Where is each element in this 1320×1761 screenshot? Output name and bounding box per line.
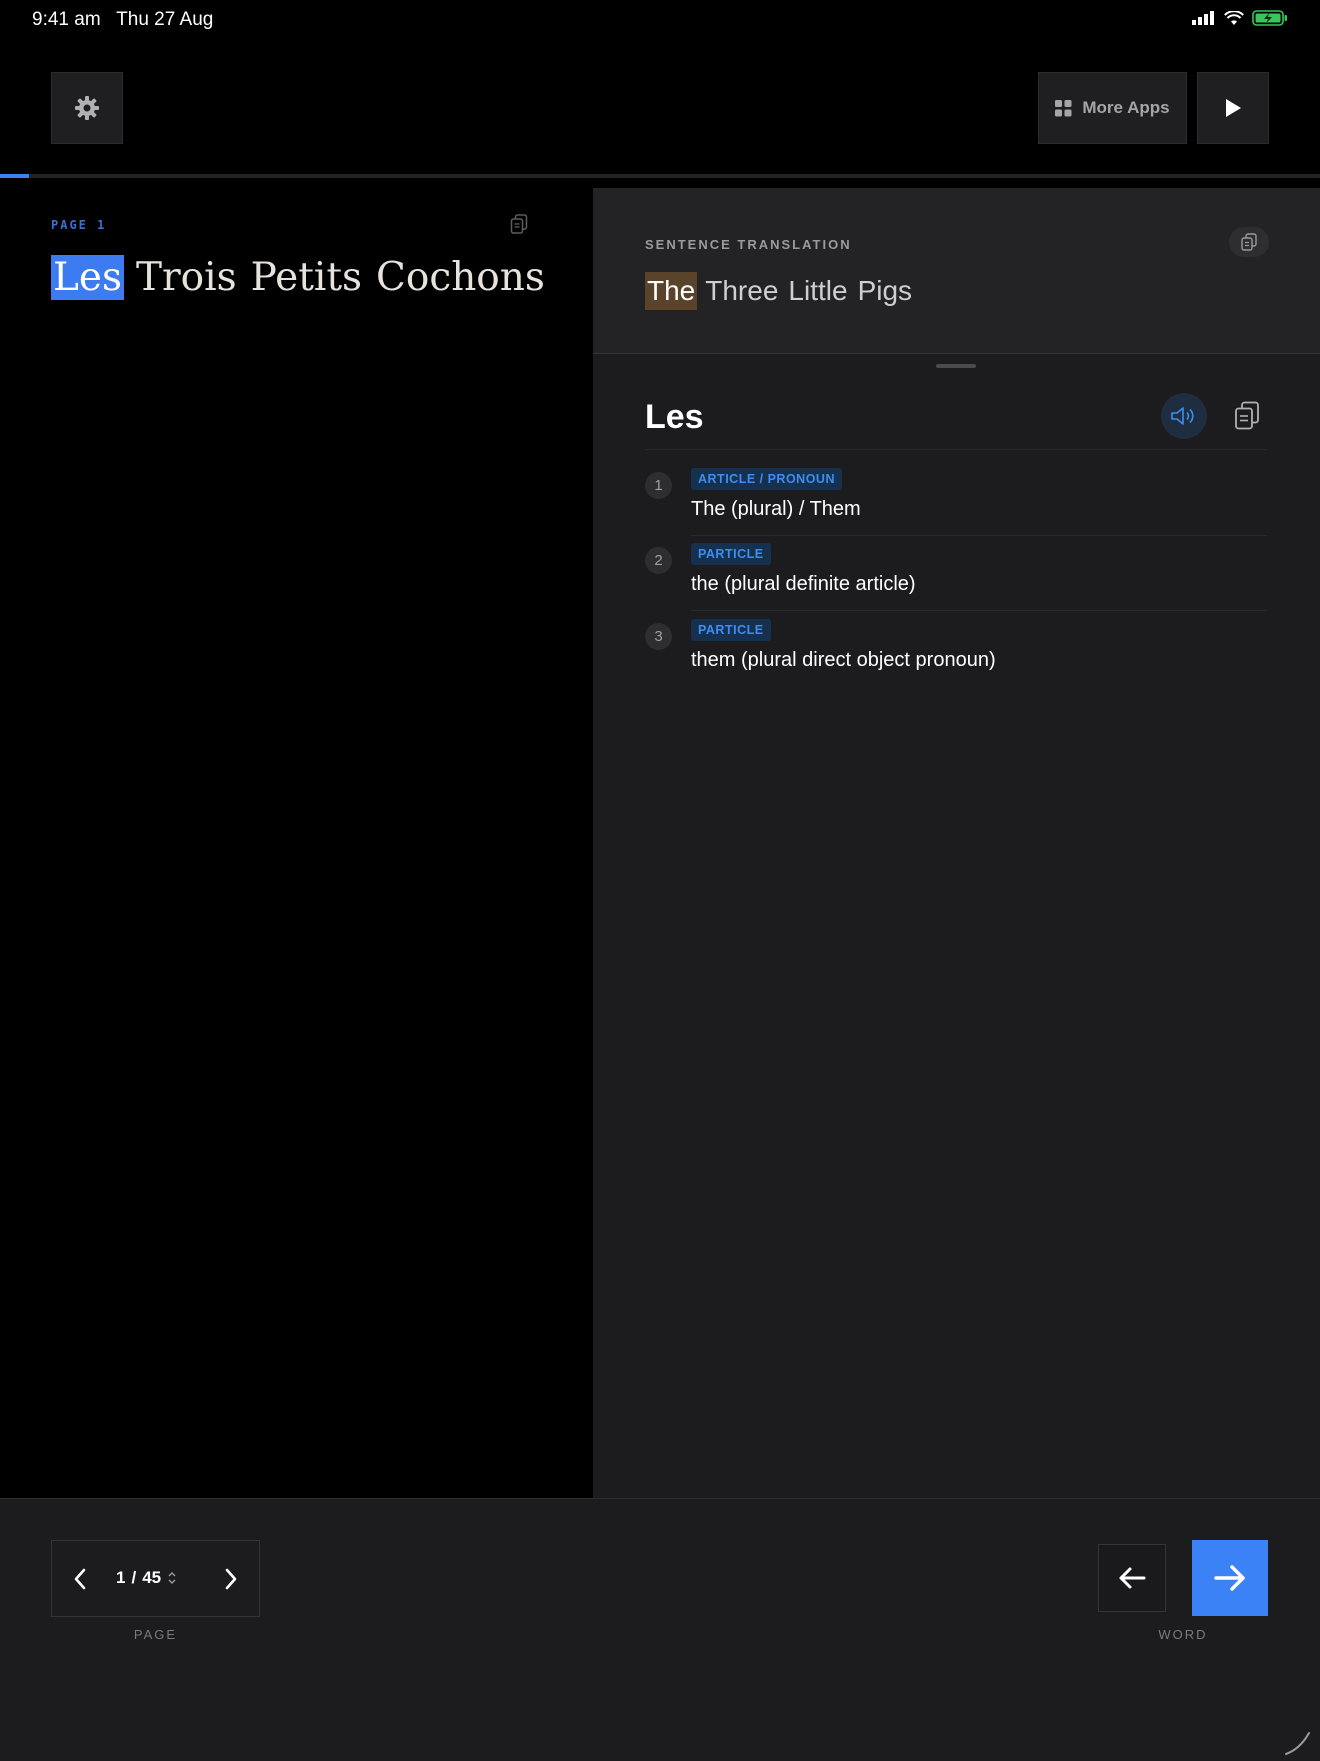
up-down-icon xyxy=(168,1572,176,1584)
page-caption: PAGE xyxy=(133,1627,178,1642)
play-icon xyxy=(1226,99,1241,117)
reading-progress-bar xyxy=(0,174,1320,178)
status-bar: 9:41 am Thu 27 Aug xyxy=(0,0,1320,42)
previous-page-button[interactable] xyxy=(66,1565,94,1593)
divider xyxy=(691,610,1267,611)
date-text: Thu 27 Aug xyxy=(116,9,214,30)
divider xyxy=(691,535,1267,536)
status-time: 9:41 am Thu 27 Aug xyxy=(32,9,213,31)
divider xyxy=(645,449,1267,450)
translation-word: The xyxy=(645,272,698,310)
dictionary-word: Les xyxy=(645,398,704,436)
next-page-button[interactable] xyxy=(217,1565,245,1593)
time-text: 9:41 am xyxy=(32,9,101,30)
grid-icon xyxy=(1055,99,1072,116)
chevron-right-icon xyxy=(225,1568,237,1590)
settings-button[interactable] xyxy=(51,72,123,144)
source-sentence: Les Trois Petits Cochons xyxy=(51,255,557,300)
speaker-icon xyxy=(1171,407,1194,425)
page-separator: / xyxy=(131,1568,137,1587)
battery-charging-icon xyxy=(1252,10,1287,26)
copy-icon xyxy=(1235,401,1259,430)
definition-item: 3 PARTICLE them (plural direct object pr… xyxy=(645,619,1267,694)
bottom-bar: 1 / 45 PAGE WORD xyxy=(0,1498,1320,1761)
translation-word: Little xyxy=(788,275,848,306)
source-word[interactable]: Trois xyxy=(134,255,239,300)
translation-sentence: The Three Little Pigs xyxy=(645,272,920,310)
more-apps-button[interactable]: More Apps xyxy=(1038,72,1187,144)
source-word[interactable]: Cochons xyxy=(374,255,547,300)
page-label: PAGE 1 xyxy=(51,218,107,232)
definition-item: 1 ARTICLE / PRONOUN The (plural) / Them xyxy=(645,468,1267,543)
definition-text: The (plural) / Them xyxy=(691,498,861,520)
part-of-speech-tag: PARTICLE xyxy=(691,543,771,565)
pronounce-button[interactable] xyxy=(1161,393,1207,439)
translation-card: SENTENCE TRANSLATION The Three Little Pigs xyxy=(593,188,1320,354)
copy-sentence-button[interactable] xyxy=(510,214,528,239)
translation-word: Pigs xyxy=(857,275,913,306)
reading-progress-fill xyxy=(0,174,30,178)
part-of-speech-tag: PARTICLE xyxy=(691,619,771,641)
copy-translation-button[interactable] xyxy=(1229,227,1269,257)
reader-pane: PAGE 1 Les Trois Petits Cochons xyxy=(0,188,593,1498)
definition-number: 1 xyxy=(645,472,672,499)
source-word[interactable]: Petits xyxy=(249,255,364,300)
definition-item: 2 PARTICLE the (plural definite article) xyxy=(645,543,1267,618)
copy-icon xyxy=(510,214,528,234)
copy-word-button[interactable] xyxy=(1230,398,1264,434)
wifi-icon xyxy=(1224,10,1244,25)
definition-number: 2 xyxy=(645,547,672,574)
play-button[interactable] xyxy=(1197,72,1269,144)
source-word[interactable]: Les xyxy=(51,255,124,300)
chevron-left-icon xyxy=(74,1568,86,1590)
definition-number: 3 xyxy=(645,623,672,650)
status-icons xyxy=(1192,10,1288,26)
translation-word: Three xyxy=(705,275,779,306)
word-caption: WORD xyxy=(1158,1627,1208,1642)
scroll-indicator-icon xyxy=(1285,1732,1310,1755)
signal-icon xyxy=(1192,11,1214,25)
definition-text: the (plural definite article) xyxy=(691,573,916,595)
settings-gear-icon xyxy=(75,96,99,120)
current-page: 1 xyxy=(116,1568,126,1587)
copy-icon xyxy=(1241,233,1257,251)
definition-text: them (plural direct object pronoun) xyxy=(691,649,996,671)
page-pager: 1 / 45 xyxy=(51,1540,260,1617)
header: More Apps xyxy=(0,42,1320,174)
previous-word-button[interactable] xyxy=(1098,1544,1166,1612)
more-apps-label: More Apps xyxy=(1082,98,1170,117)
resize-handle[interactable] xyxy=(936,364,976,368)
translation-label: SENTENCE TRANSLATION xyxy=(645,237,852,252)
dictionary-panel: SENTENCE TRANSLATION The Three Little Pigs … xyxy=(593,188,1320,1498)
page-select[interactable]: 1 / 45 xyxy=(116,1568,177,1588)
next-word-button[interactable] xyxy=(1192,1540,1268,1616)
arrow-right-icon xyxy=(1214,1565,1245,1591)
total-pages: 45 xyxy=(142,1568,162,1587)
part-of-speech-tag: ARTICLE / PRONOUN xyxy=(691,468,842,490)
arrow-left-icon xyxy=(1119,1567,1146,1589)
